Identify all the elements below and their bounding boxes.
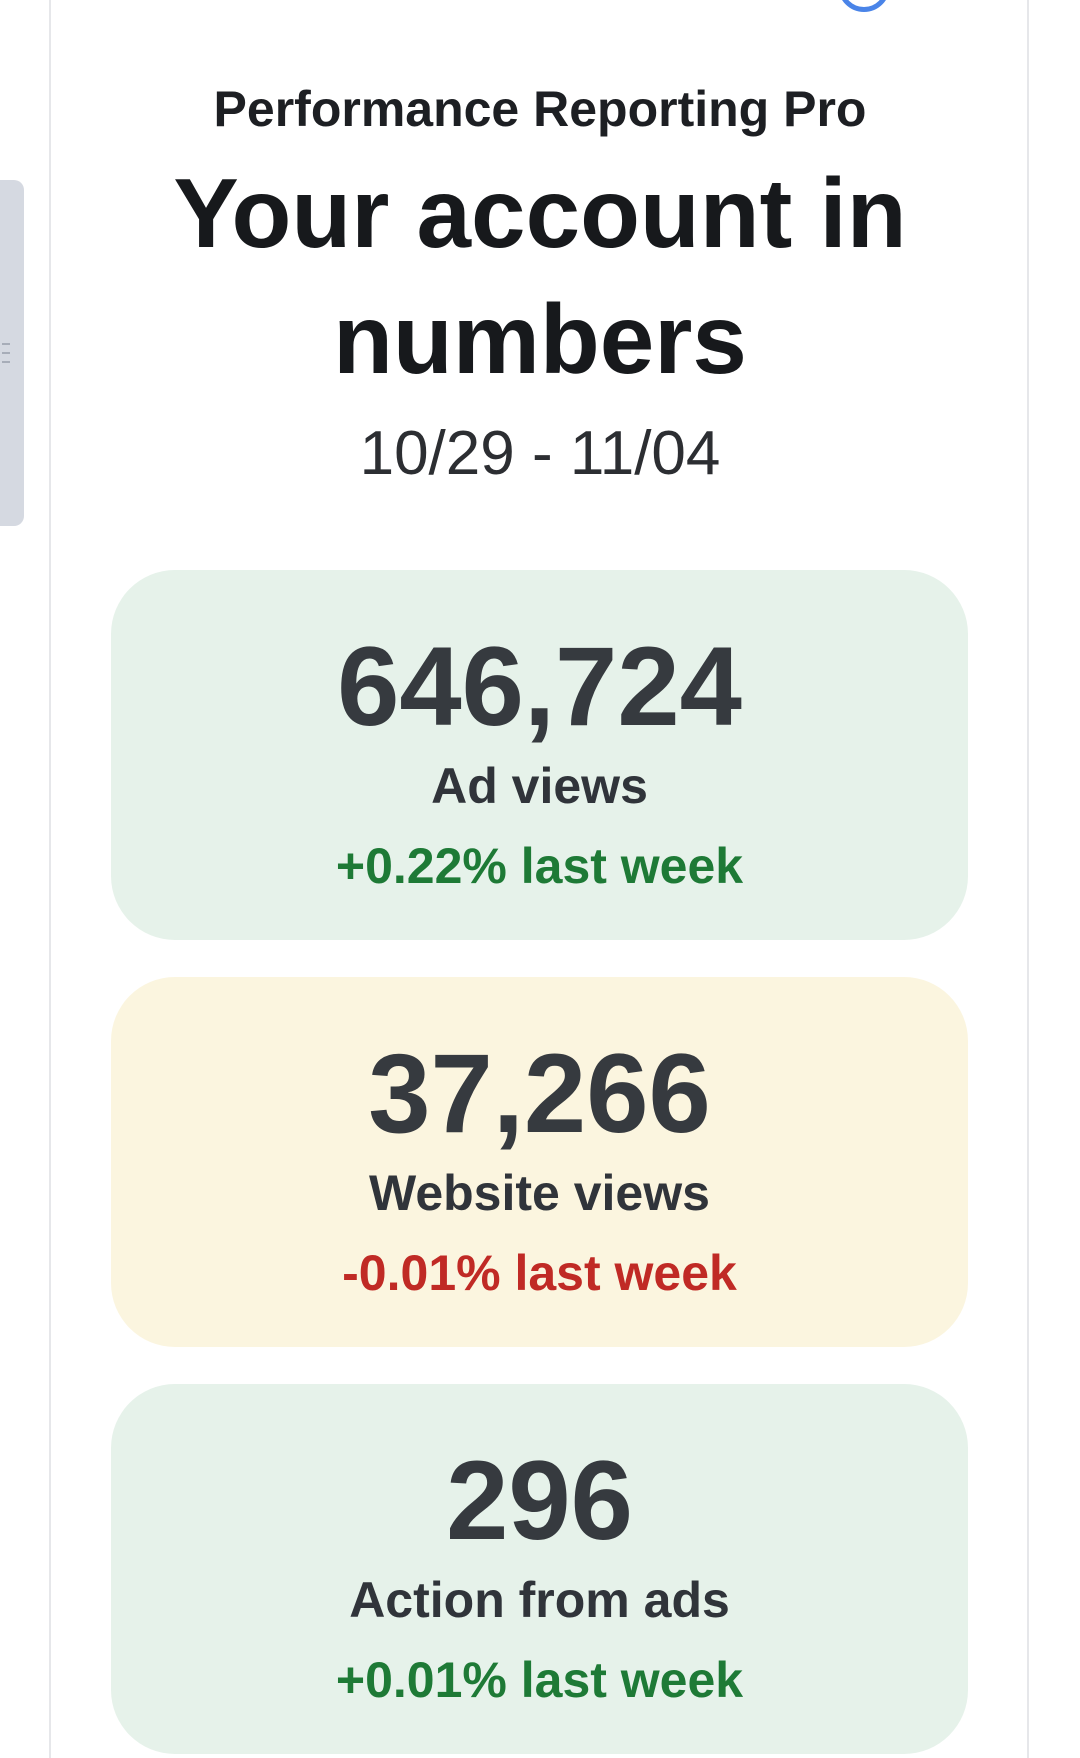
app-name: Performance Reporting Pro bbox=[213, 81, 867, 137]
headline-line-2: numbers bbox=[333, 284, 747, 394]
metric-card-action-from-ads: 296 Action from ads +0.01% last week bbox=[111, 1384, 968, 1754]
metric-change: +0.01% last week bbox=[335, 1652, 744, 1708]
headline-line-1: Your account in bbox=[173, 158, 907, 268]
metric-value: 296 bbox=[446, 1438, 633, 1563]
page-title: Your account in numbers bbox=[0, 150, 1080, 402]
date-range: 10/29 - 11/04 bbox=[359, 419, 721, 488]
metric-card-ad-views: 646,724 Ad views +0.22% last week bbox=[111, 570, 968, 940]
metric-card-website-views: 37,266 Website views -0.01% last week bbox=[111, 977, 968, 1347]
metric-value: 646,724 bbox=[337, 624, 742, 749]
metric-label: Ad views bbox=[431, 758, 648, 814]
metric-label: Action from ads bbox=[349, 1572, 730, 1628]
page: Performance Reporting Pro Your account i… bbox=[0, 0, 1080, 1758]
metric-change: +0.22% last week bbox=[335, 838, 744, 894]
metric-change: -0.01% last week bbox=[342, 1245, 737, 1301]
metric-value: 37,266 bbox=[368, 1031, 711, 1156]
metric-label: Website views bbox=[369, 1165, 710, 1221]
